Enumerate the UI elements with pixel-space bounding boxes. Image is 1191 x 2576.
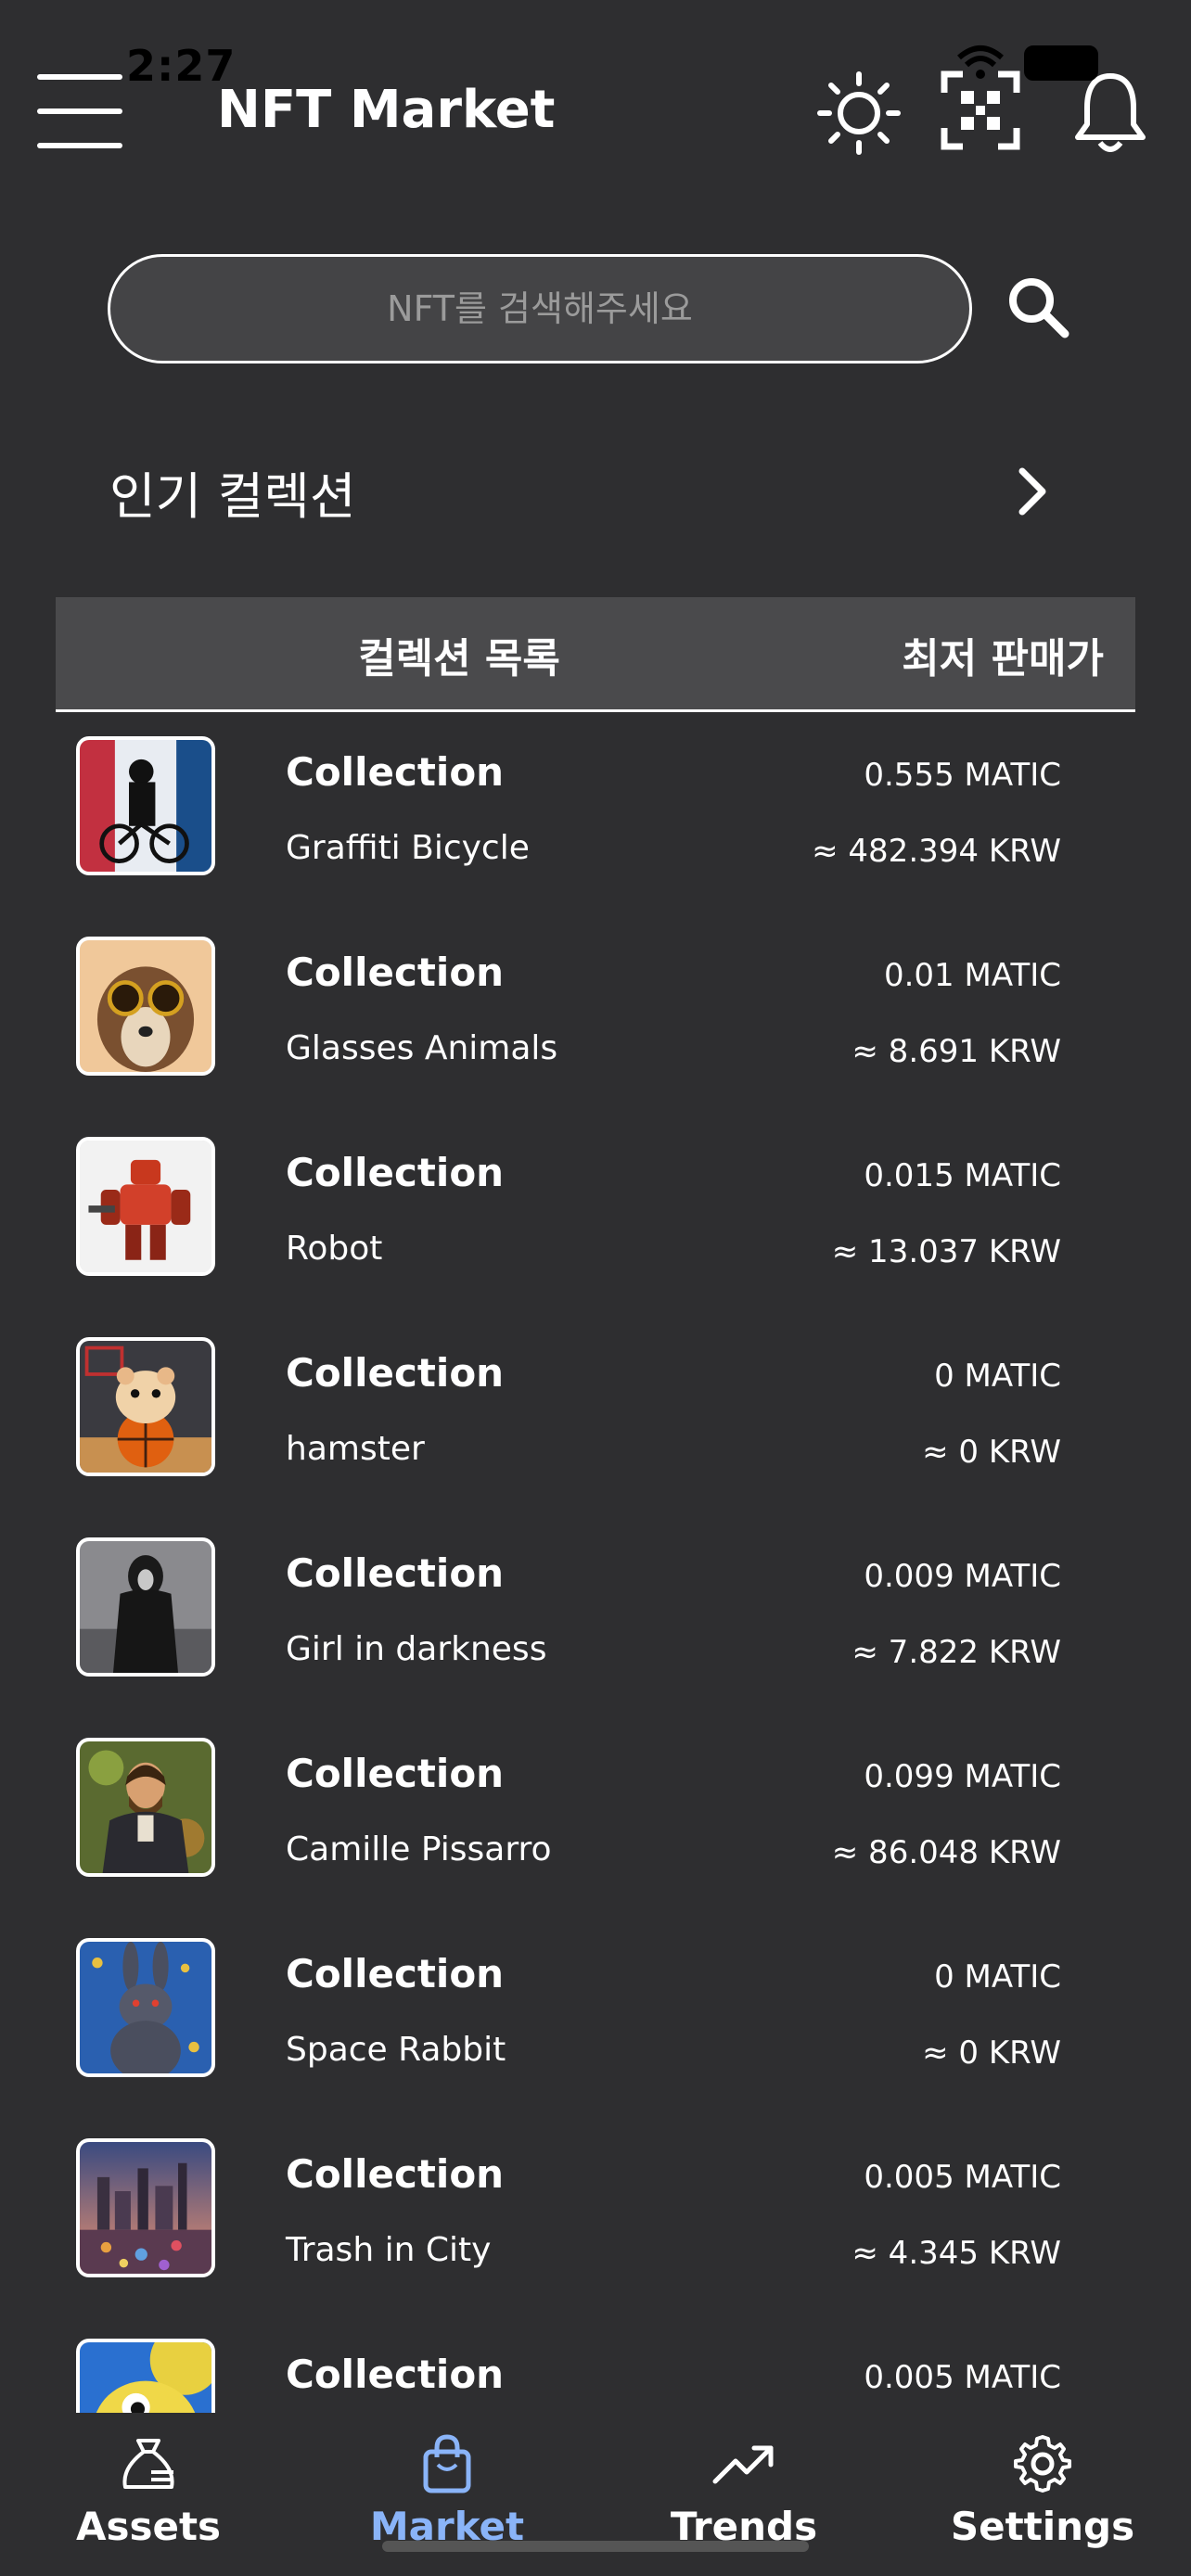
floor-price-krw: ≈ 4.345 KRW	[852, 2235, 1061, 2272]
list-item[interactable]: Collection hamster 0 MATIC ≈ 0 KRW	[56, 1317, 1135, 1517]
search-input[interactable]	[110, 288, 969, 329]
collection-name: Graffiti Bicycle	[286, 829, 530, 867]
section-title: 인기 컬렉션	[109, 466, 356, 526]
collection-thumbnail	[76, 1938, 215, 2077]
status-time: 2:27	[126, 41, 237, 91]
collection-name: Glasses Animals	[286, 1029, 558, 1067]
collection-label: Collection	[286, 2151, 505, 2197]
floor-price-krw: ≈ 86.048 KRW	[831, 1834, 1061, 1871]
shopping-bag-icon	[423, 2434, 471, 2493]
collection-thumbnail	[76, 736, 215, 875]
app-header: NFT Market	[0, 0, 1191, 223]
menu-line	[37, 108, 122, 114]
floor-price-krw: ≈ 13.037 KRW	[831, 1233, 1061, 1270]
collection-label: Collection	[286, 1550, 505, 1596]
tab-settings[interactable]: Settings	[941, 2431, 1145, 2549]
list-item[interactable]: Collection Robot 0.015 MATIC ≈ 13.037 KR…	[56, 1116, 1135, 1317]
floor-price: 0 MATIC	[934, 1958, 1061, 1996]
menu-line	[37, 143, 122, 148]
column-header-floor-price: 최저 판매가	[902, 635, 1104, 682]
trending-up-icon	[712, 2445, 774, 2484]
table-header: 컬렉션 목록 최저 판매가	[56, 597, 1135, 712]
collection-thumbnail	[76, 2339, 215, 2413]
battery-icon	[1024, 45, 1098, 81]
floor-price-krw: ≈ 0 KRW	[922, 1434, 1061, 1471]
floor-price-krw: ≈ 8.691 KRW	[852, 1033, 1061, 1070]
collection-thumbnail	[76, 2138, 215, 2277]
popular-collections-link[interactable]: 인기 컬렉션	[109, 454, 1056, 529]
gear-icon	[1014, 2435, 1071, 2493]
floor-price: 0.015 MATIC	[864, 1157, 1061, 1194]
collection-label: Collection	[286, 749, 505, 795]
collection-thumbnail	[76, 937, 215, 1076]
app-title: NFT Market	[217, 80, 556, 140]
floor-price: 0 MATIC	[934, 1358, 1061, 1395]
list-item[interactable]: Collection Girl in darkness 0.009 MATIC …	[56, 1517, 1135, 1717]
tab-trends[interactable]: Trends	[642, 2431, 846, 2549]
list-item[interactable]: Collection Space Rabbit 0 MATIC ≈ 0 KRW	[56, 1918, 1135, 2118]
tab-label: Assets	[75, 2504, 222, 2549]
menu-line	[37, 74, 122, 80]
column-header-collections: 컬렉션 목록	[358, 635, 560, 682]
collection-name: Trash in City	[286, 2231, 492, 2269]
floor-price: 0.01 MATIC	[883, 957, 1061, 994]
collection-label: Collection	[286, 1350, 505, 1396]
notification-bell-icon[interactable]	[1070, 70, 1150, 156]
list-item[interactable]: Collection Graffiti Bicycle 0.555 MATIC …	[56, 716, 1135, 916]
collection-name: hamster	[286, 1430, 425, 1468]
floor-price-krw: ≈ 482.394 KRW	[812, 833, 1061, 870]
collection-list[interactable]: Collection Graffiti Bicycle 0.555 MATIC …	[56, 716, 1135, 2413]
sun-icon[interactable]	[816, 70, 902, 156]
collection-label: Collection	[286, 950, 505, 995]
list-item[interactable]: Collection 0.005 MATIC	[56, 2318, 1135, 2413]
tab-market[interactable]: Market	[345, 2431, 549, 2549]
menu-button[interactable]	[37, 74, 122, 148]
collection-label: Collection	[286, 1751, 505, 1796]
collection-name: Camille Pissarro	[286, 1830, 552, 1868]
search-bar	[108, 254, 972, 363]
list-item[interactable]: Collection Glasses Animals 0.01 MATIC ≈ …	[56, 916, 1135, 1116]
collection-label: Collection	[286, 2352, 505, 2397]
tab-assets[interactable]: Assets	[46, 2431, 250, 2549]
home-indicator[interactable]	[382, 2541, 809, 2552]
list-item[interactable]: Collection Trash in City 0.005 MATIC ≈ 4…	[56, 2118, 1135, 2318]
status-icons	[955, 45, 1098, 82]
collection-thumbnail	[76, 1537, 215, 1677]
floor-price: 0.009 MATIC	[864, 1558, 1061, 1595]
collection-name: Girl in darkness	[286, 1630, 547, 1668]
money-bag-icon	[122, 2439, 174, 2489]
collection-thumbnail	[76, 1738, 215, 1877]
wifi-icon	[957, 45, 1004, 79]
tab-label: Settings	[950, 2504, 1135, 2549]
collection-thumbnail	[76, 1137, 215, 1276]
collection-label: Collection	[286, 1951, 505, 1996]
floor-price: 0.099 MATIC	[864, 1758, 1061, 1795]
floor-price: 0.555 MATIC	[864, 757, 1061, 794]
collection-label: Collection	[286, 1150, 505, 1195]
search-icon[interactable]	[1002, 271, 1076, 345]
chevron-right-icon	[1018, 467, 1046, 516]
floor-price: 0.005 MATIC	[864, 2359, 1061, 2396]
floor-price-krw: ≈ 7.822 KRW	[852, 1634, 1061, 1671]
collection-thumbnail	[76, 1337, 215, 1476]
collection-name: Space Rabbit	[286, 2031, 506, 2069]
floor-price-krw: ≈ 0 KRW	[922, 2034, 1061, 2072]
qr-scan-icon[interactable]	[941, 70, 1020, 150]
collection-name: Robot	[286, 1230, 383, 1268]
list-item[interactable]: Collection Camille Pissarro 0.099 MATIC …	[56, 1717, 1135, 1918]
floor-price: 0.005 MATIC	[864, 2159, 1061, 2196]
